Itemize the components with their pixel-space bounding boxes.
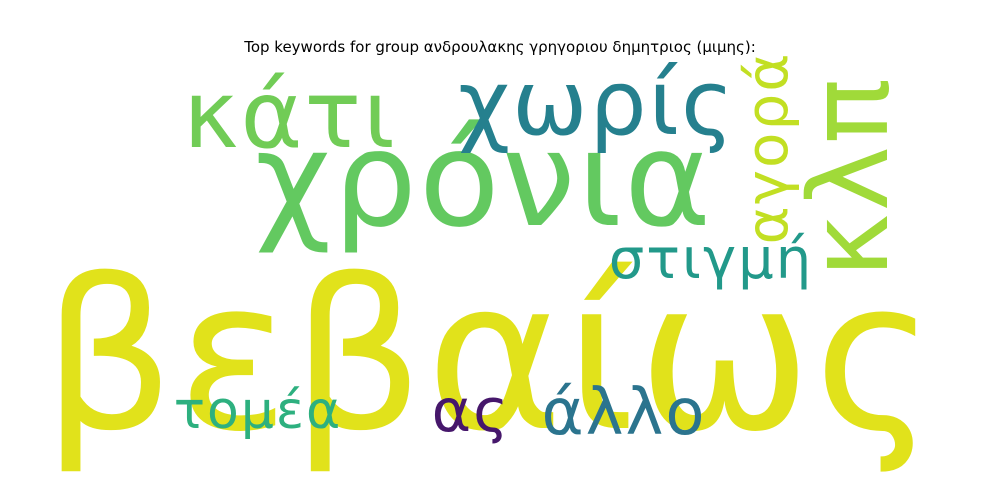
word-choris: χωρίς: [458, 51, 736, 156]
word-cloud: βεβαίως χρόνια κάτι χωρίς κλπ αγορά στιγ…: [42, 51, 936, 478]
word-allo: άλλο: [541, 376, 706, 450]
wordcloud-figure: Top keywords for group ανδρουλακης γρηγο…: [0, 0, 1000, 500]
word-stigmi: στιγμή: [609, 227, 813, 292]
word-tomea: τομέα: [174, 381, 343, 441]
word-kati: κάτι: [183, 61, 397, 170]
word-as: ας: [432, 376, 511, 446]
word-agora: αγορά: [733, 51, 801, 244]
